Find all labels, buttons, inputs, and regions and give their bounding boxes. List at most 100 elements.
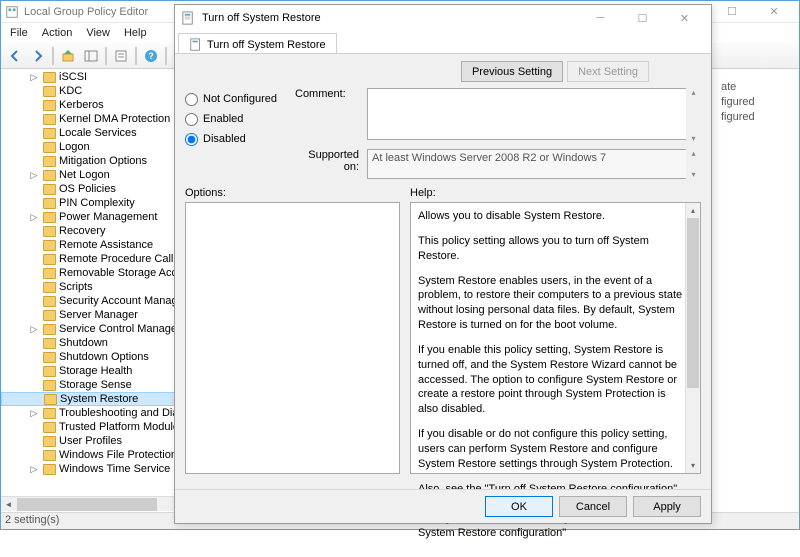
scroll-left-arrow[interactable]: ◄ [1, 497, 16, 511]
tree-item[interactable]: Server Manager [1, 308, 188, 322]
folder-icon [43, 450, 56, 461]
show-hide-tree-button[interactable] [80, 45, 102, 67]
tree-item[interactable]: OS Policies [1, 182, 188, 196]
tree-item[interactable]: Kerberos [1, 98, 188, 112]
help-paragraph: Allows you to disable System Restore. [418, 209, 684, 224]
ok-button[interactable]: OK [485, 496, 553, 517]
tree-item[interactable]: KDC [1, 84, 188, 98]
folder-icon [43, 170, 56, 181]
tree-item[interactable]: ▷Power Management [1, 210, 188, 224]
tree-item[interactable]: Locale Services [1, 126, 188, 140]
help-scrollbar[interactable]: ▴ ▾ [685, 203, 700, 473]
tree-panel[interactable]: ▷iSCSIKDCKerberosKernel DMA ProtectionLo… [1, 69, 189, 511]
radio-enabled[interactable]: Enabled [185, 109, 285, 129]
tree-item-label: User Profiles [59, 435, 122, 447]
radio-enabled-input[interactable] [185, 113, 198, 126]
tree-item[interactable]: ▷iSCSI [1, 70, 188, 84]
tree-item[interactable]: ▷Service Control Manager Settings [1, 322, 188, 336]
expand-icon[interactable]: ▷ [29, 212, 39, 223]
previous-setting-button[interactable]: Previous Setting [461, 61, 563, 82]
list-cell-fragment: figured [721, 96, 791, 111]
apply-button[interactable]: Apply [633, 496, 701, 517]
folder-icon [43, 128, 56, 139]
cancel-button[interactable]: Cancel [559, 496, 627, 517]
dialog-footer: OK Cancel Apply [175, 489, 711, 523]
tree-item[interactable]: Logon [1, 140, 188, 154]
menu-file[interactable]: File [3, 25, 35, 41]
dialog-minimize-button[interactable]: ─ [579, 6, 621, 30]
help-paragraph: System Restore enables users, in the eve… [418, 274, 684, 333]
tree-item[interactable]: Security Account Manager [1, 294, 188, 308]
list-column-fragment: ate [721, 81, 791, 96]
tree-item[interactable]: Scripts [1, 280, 188, 294]
radio-disabled[interactable]: Disabled [185, 129, 285, 149]
tree-item[interactable]: User Profiles [1, 434, 188, 448]
menu-view[interactable]: View [79, 25, 117, 41]
radio-disabled-input[interactable] [185, 133, 198, 146]
tab-label: Turn off System Restore [207, 39, 326, 51]
tree-item[interactable]: ▷Net Logon [1, 168, 188, 182]
comment-scrollbar[interactable]: ▴▾ [686, 88, 701, 143]
tree-item[interactable]: Removable Storage Access [1, 266, 188, 280]
tree-item-label: Security Account Manager [59, 295, 187, 307]
tree-item[interactable]: Recovery [1, 224, 188, 238]
tree-item-label: Storage Sense [59, 379, 132, 391]
scroll-thumb[interactable] [17, 498, 157, 511]
radio-not-configured[interactable]: Not Configured [185, 89, 285, 109]
tree-item[interactable]: Trusted Platform Module Services [1, 420, 188, 434]
scroll-thumb[interactable] [687, 218, 699, 388]
tree-item-label: Server Manager [59, 309, 138, 321]
radio-not-configured-input[interactable] [185, 93, 198, 106]
tree-h-scrollbar[interactable]: ◄ ► [1, 496, 188, 511]
tree-item[interactable]: Remote Assistance [1, 238, 188, 252]
expand-icon[interactable]: ▷ [29, 464, 39, 475]
dialog-titlebar[interactable]: Turn off System Restore ─ ☐ ✕ [175, 5, 711, 31]
dialog-tab[interactable]: Turn off System Restore [178, 33, 337, 53]
help-label: Help: [410, 187, 436, 199]
help-paragraph: This policy setting allows you to turn o… [418, 234, 684, 264]
tree-item[interactable]: Remote Procedure Call [1, 252, 188, 266]
scroll-up-arrow[interactable]: ▴ [686, 203, 700, 218]
folder-icon [43, 254, 56, 265]
main-maximize-button[interactable]: ☐ [711, 2, 753, 22]
folder-icon [43, 464, 56, 475]
menu-help[interactable]: Help [117, 25, 154, 41]
tree-item-label: Scripts [59, 281, 93, 293]
tree-item-label: Logon [59, 141, 90, 153]
tree-item[interactable]: Storage Health [1, 364, 188, 378]
folder-icon [44, 394, 57, 405]
tree-item-label: Kernel DMA Protection [59, 113, 170, 125]
help-button[interactable]: ? [140, 45, 162, 67]
supported-on-box: At least Windows Server 2008 R2 or Windo… [367, 149, 701, 179]
expand-icon[interactable]: ▷ [29, 324, 39, 335]
tree-item[interactable]: PIN Complexity [1, 196, 188, 210]
tree-item[interactable]: Shutdown [1, 336, 188, 350]
supported-scrollbar[interactable]: ▴▾ [686, 149, 701, 179]
expand-icon[interactable]: ▷ [29, 408, 39, 419]
scroll-down-arrow[interactable]: ▾ [686, 458, 700, 473]
tree-item[interactable]: ▷Windows Time Service [1, 462, 188, 476]
comment-textarea[interactable] [367, 88, 701, 140]
folder-icon [43, 184, 56, 195]
main-close-button[interactable]: ✕ [753, 2, 795, 22]
help-panel: Allows you to disable System Restore. Thi… [410, 202, 701, 474]
tree-item[interactable]: Windows File Protection [1, 448, 188, 462]
up-button[interactable] [57, 45, 79, 67]
tree-item-label: Troubleshooting and Diagnostics [59, 407, 189, 419]
dialog-maximize-button[interactable]: ☐ [621, 6, 663, 30]
tree-item[interactable]: System Restore [1, 392, 188, 406]
tree-item[interactable]: Mitigation Options [1, 154, 188, 168]
properties-button[interactable] [110, 45, 132, 67]
policy-icon [189, 38, 203, 52]
tree-item[interactable]: ▷ Troubleshooting and Diagnostics [1, 406, 188, 420]
back-button[interactable] [4, 45, 26, 67]
tree-item[interactable]: Shutdown Options [1, 350, 188, 364]
tree-item[interactable]: Storage Sense [1, 378, 188, 392]
dialog-close-button[interactable]: ✕ [663, 6, 705, 30]
expand-icon[interactable]: ▷ [29, 72, 39, 83]
menu-action[interactable]: Action [35, 25, 80, 41]
status-text: 2 setting(s) [5, 514, 59, 526]
tree-item[interactable]: Kernel DMA Protection [1, 112, 188, 126]
forward-button[interactable] [27, 45, 49, 67]
expand-icon[interactable]: ▷ [29, 170, 39, 181]
